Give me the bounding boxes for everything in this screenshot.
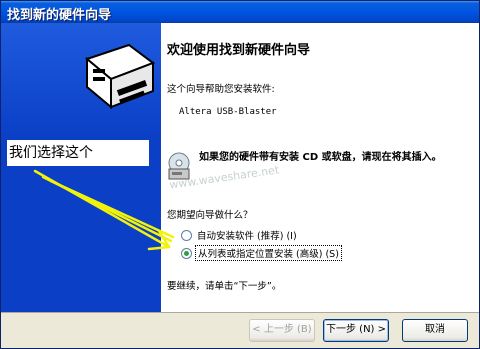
title-bar[interactable]: 找到新的硬件向导 <box>1 1 479 23</box>
device-name: Altera USB-Blaster <box>179 107 277 117</box>
annotation-label: 我们选择这个 <box>7 140 149 166</box>
wizard-content: 欢迎使用找到新硬件向导 这个向导帮助您安装软件: Altera USB-Blas… <box>161 23 479 312</box>
window-title: 找到新的硬件向导 <box>7 8 112 23</box>
wizard-window: 找到新的硬件向导 欢迎使用找到新硬件向导 这个向导帮助您安装软件: Altera… <box>0 0 480 349</box>
hardware-icon <box>84 43 156 110</box>
radio-auto-install[interactable] <box>181 230 192 241</box>
wizard-side-panel <box>1 23 161 312</box>
intro-text: 这个向导帮助您安装软件: <box>167 84 275 95</box>
continue-text: 要继续，请单击“下一步”。 <box>167 281 282 292</box>
cancel-button[interactable]: 取消 <box>402 319 468 342</box>
question-text: 您期望向导做什么？ <box>167 210 253 221</box>
back-button[interactable]: < 上一步 (B) <box>249 319 315 342</box>
next-button[interactable]: 下一步 (N) > <box>323 319 389 342</box>
cd-notice: 如果您的硬件带有安装 CD 或软盘，请现在将其插入。 <box>199 152 442 163</box>
page-heading: 欢迎使用找到新硬件向导 <box>167 43 311 58</box>
radio-list-install[interactable] <box>181 248 192 259</box>
radio-auto-label[interactable]: 自动安装软件 (推荐) (I) <box>197 228 297 242</box>
footer-divider <box>1 312 479 313</box>
radio-list-label[interactable]: 从列表或指定位置安装 (高级) (S) <box>195 245 342 261</box>
